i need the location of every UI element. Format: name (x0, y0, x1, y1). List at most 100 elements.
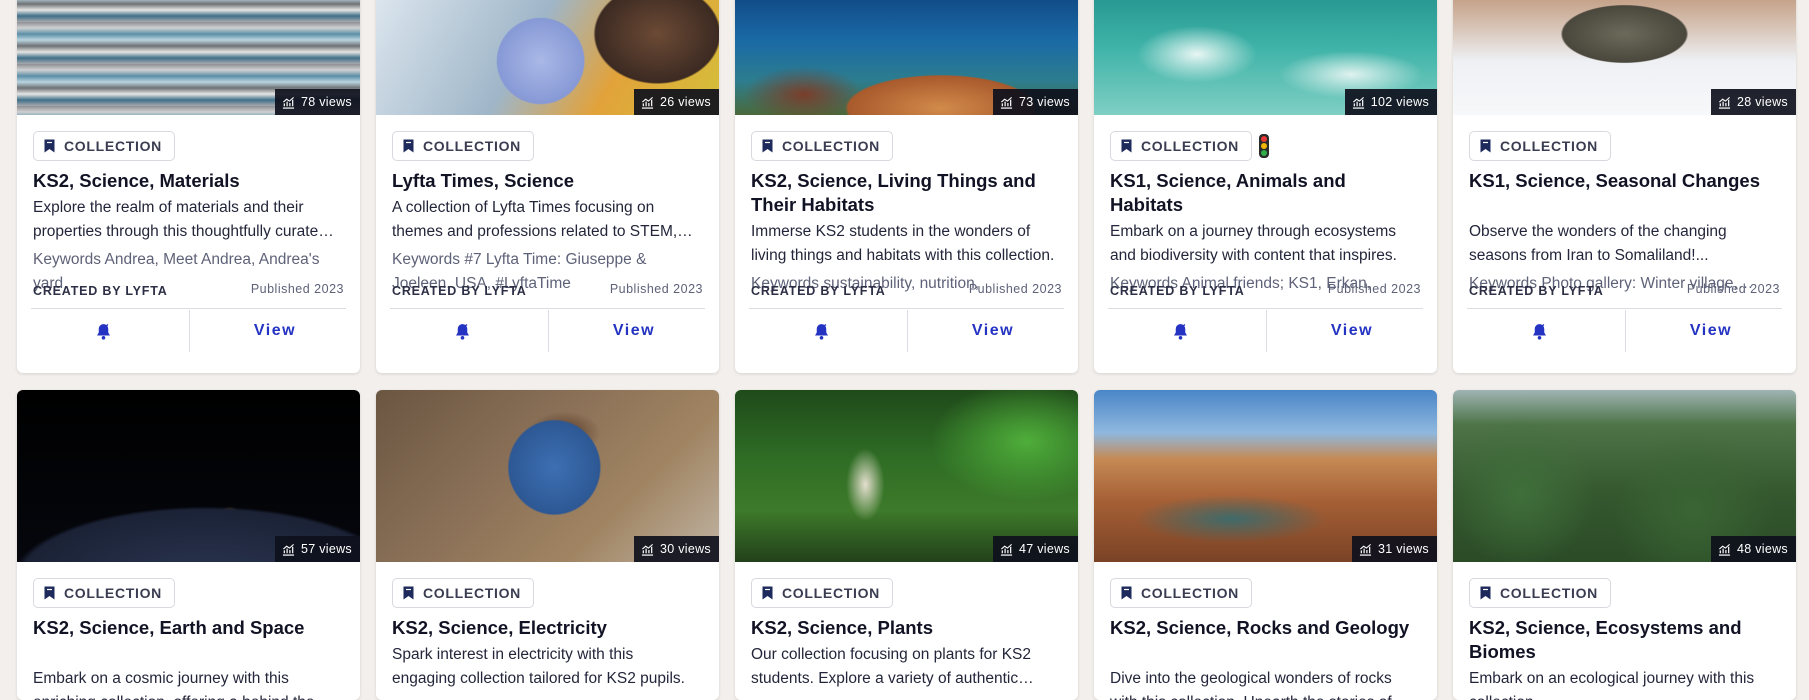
views-count: 26 views (659, 95, 711, 109)
card-title[interactable]: KS2, Science, Rocks and Geology (1110, 616, 1420, 640)
collection-card[interactable]: 26 views COLLECTION Lyfta Times, Science A … (376, 0, 719, 373)
collection-card[interactable]: 102 views COLLECTION KS1, Science, Animals… (1094, 0, 1437, 373)
published-year: Published 2023 (250, 282, 344, 296)
published-year: Published 2023 (609, 282, 703, 296)
collection-card[interactable]: 30 views COLLECTION KS2, Science, Electric… (376, 390, 719, 700)
card-title[interactable]: KS2, Science, Materials (33, 169, 343, 193)
notify-button[interactable] (1094, 310, 1267, 352)
created-by-label: CREATED BY LYFTA (751, 284, 886, 298)
card-title[interactable]: KS1, Science, Seasonal Changes (1469, 169, 1779, 193)
view-button[interactable]: View (190, 310, 360, 352)
badge-label: COLLECTION (1500, 138, 1598, 154)
views-chart-icon (1000, 543, 1013, 556)
collection-card[interactable]: 57 views COLLECTION KS2, Science, Earth an… (17, 390, 360, 700)
views-chart-icon (282, 543, 295, 556)
card-description: Embark on an ecological journey with thi… (1469, 670, 1755, 700)
views-count: 78 views (300, 95, 352, 109)
views-chart-icon (641, 543, 654, 556)
card-title[interactable]: KS2, Science, Plants (751, 616, 1061, 640)
collection-badge: COLLECTION (751, 131, 893, 161)
card-description: A collection of Lyfta Times focusing on … (392, 199, 678, 240)
card-divider (31, 308, 346, 309)
created-by-label: CREATED BY LYFTA (1110, 284, 1245, 298)
collection-card[interactable]: 78 views COLLECTION KS2, Science, Material… (17, 0, 360, 373)
collection-badge: COLLECTION (33, 578, 175, 608)
views-chart-icon (641, 96, 654, 109)
badge-label: COLLECTION (64, 138, 162, 154)
collection-badge: COLLECTION (392, 131, 534, 161)
bookmark-icon (1121, 586, 1132, 600)
badge-label: COLLECTION (782, 138, 880, 154)
views-chart-icon (282, 96, 295, 109)
card-thumbnail[interactable]: 30 views (376, 390, 719, 562)
collection-badge: COLLECTION (392, 578, 534, 608)
card-thumbnail[interactable]: 47 views (735, 390, 1078, 562)
bookmark-icon (44, 586, 55, 600)
card-thumbnail[interactable]: 48 views (1453, 390, 1796, 562)
views-badge: 57 views (274, 536, 360, 562)
views-count: 47 views (1018, 542, 1070, 556)
views-badge: 28 views (1710, 89, 1796, 115)
notify-button[interactable] (376, 310, 549, 352)
collection-card[interactable]: 73 views COLLECTION KS2, Science, Living T… (735, 0, 1078, 373)
card-thumbnail[interactable]: 31 views (1094, 390, 1437, 562)
bookmark-icon (44, 139, 55, 153)
created-by-label: CREATED BY LYFTA (1469, 284, 1604, 298)
bell-icon (1530, 322, 1549, 341)
view-button[interactable]: View (1267, 310, 1437, 352)
card-thumbnail[interactable]: 78 views (17, 0, 360, 115)
bookmark-icon (1480, 586, 1491, 600)
card-thumbnail[interactable]: 28 views (1453, 0, 1796, 115)
view-button[interactable]: View (1626, 310, 1796, 352)
card-title[interactable]: Lyfta Times, Science (392, 169, 702, 193)
card-actions: View (1453, 310, 1796, 352)
created-by-label: CREATED BY LYFTA (392, 284, 527, 298)
notify-button[interactable] (735, 310, 908, 352)
collection-card[interactable]: 48 views COLLECTION KS2, Science, Ecosyste… (1453, 390, 1796, 700)
card-thumbnail[interactable]: 26 views (376, 0, 719, 115)
card-thumbnail[interactable]: 73 views (735, 0, 1078, 115)
views-chart-icon (1359, 543, 1372, 556)
collection-grid: 78 views COLLECTION KS2, Science, Material… (0, 0, 1809, 700)
published-year: Published 2023 (968, 282, 1062, 296)
collection-card[interactable]: 47 views COLLECTION KS2, Science, Plants Ou… (735, 390, 1078, 700)
card-title[interactable]: KS2, Science, Living Things and Their Ha… (751, 169, 1061, 217)
collection-card[interactable]: 28 views COLLECTION KS1, Science, Seasonal… (1453, 0, 1796, 373)
card-thumbnail[interactable]: 102 views (1094, 0, 1437, 115)
views-badge: 47 views (992, 536, 1078, 562)
collection-badge: COLLECTION (1469, 578, 1611, 608)
card-description: Spark interest in electricity with this … (392, 646, 685, 687)
published-year: Published 2023 (1327, 282, 1421, 296)
views-badge: 31 views (1351, 536, 1437, 562)
card-title[interactable]: KS2, Science, Earth and Space (33, 616, 343, 640)
published-year: Published 2023 (1686, 282, 1780, 296)
traffic-light-icon (1259, 134, 1269, 158)
card-actions: View (1094, 310, 1437, 352)
collection-badge: COLLECTION (33, 131, 175, 161)
view-button[interactable]: View (908, 310, 1078, 352)
card-divider (1467, 308, 1782, 309)
card-title[interactable]: KS2, Science, Electricity (392, 616, 702, 640)
views-count: 48 views (1736, 542, 1788, 556)
card-actions: View (376, 310, 719, 352)
bookmark-icon (403, 139, 414, 153)
views-count: 28 views (1736, 95, 1788, 109)
views-badge: 48 views (1710, 536, 1796, 562)
view-button[interactable]: View (549, 310, 719, 352)
card-title[interactable]: KS2, Science, Ecosystems and Biomes (1469, 616, 1779, 664)
bell-icon (94, 322, 113, 341)
card-title[interactable]: KS1, Science, Animals and Habitats (1110, 169, 1420, 217)
notify-button[interactable] (17, 310, 190, 352)
bookmark-icon (1121, 139, 1132, 153)
bookmark-icon (1480, 139, 1491, 153)
card-divider (390, 308, 705, 309)
views-count: 73 views (1018, 95, 1070, 109)
views-badge: 73 views (992, 89, 1078, 115)
notify-button[interactable] (1453, 310, 1626, 352)
views-count: 102 views (1370, 95, 1429, 109)
card-thumbnail[interactable]: 57 views (17, 390, 360, 562)
badge-label: COLLECTION (1500, 585, 1598, 601)
views-badge: 102 views (1344, 89, 1437, 115)
collection-card[interactable]: 31 views COLLECTION KS2, Science, Rocks an… (1094, 390, 1437, 700)
collection-badge: COLLECTION (1469, 131, 1611, 161)
